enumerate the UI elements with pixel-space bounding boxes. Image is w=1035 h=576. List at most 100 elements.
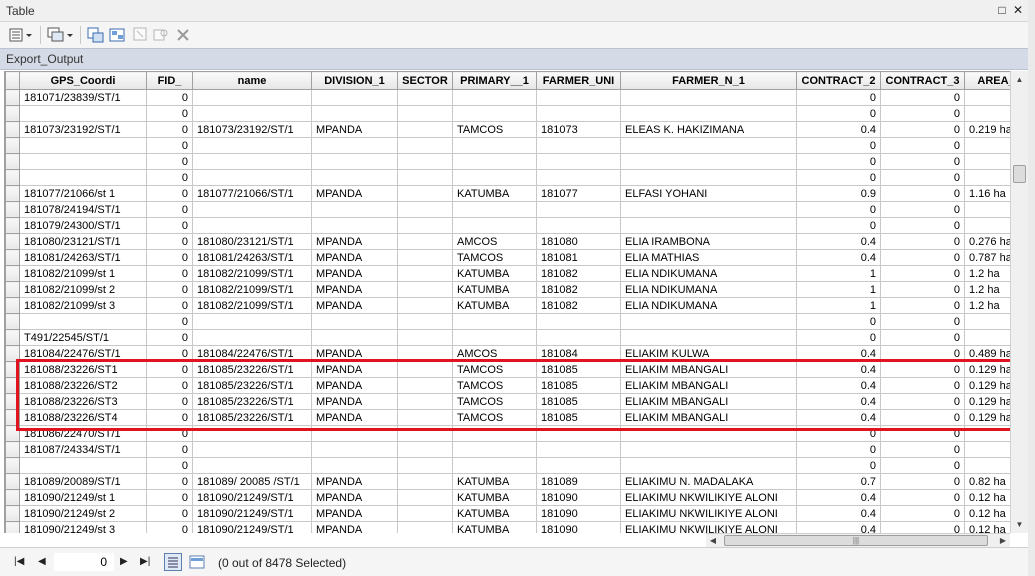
table-row[interactable]: 000	[5, 169, 1010, 186]
horizontal-scroll-thumb[interactable]: |||	[724, 535, 988, 546]
table-cell[interactable]	[19, 313, 147, 330]
table-cell[interactable]	[536, 153, 621, 170]
table-cell[interactable]: TAMCOS	[452, 377, 537, 394]
table-cell[interactable]	[192, 457, 312, 474]
table-cell[interactable]: 181082	[536, 281, 621, 298]
row-selector[interactable]	[5, 345, 20, 362]
table-cell[interactable]: 0	[146, 473, 193, 490]
table-cell[interactable]: 0	[796, 425, 881, 442]
row-selector[interactable]	[5, 217, 20, 234]
table-cell[interactable]: 181085	[536, 361, 621, 378]
table-cell[interactable]	[452, 217, 537, 234]
table-cell[interactable]: 181090/21249/ST/1	[192, 505, 312, 522]
table-row[interactable]: 181080/23121/ST/1 0 181080/23121/ST/1 MPAND…	[5, 233, 1010, 250]
table-cell[interactable]	[964, 457, 1010, 474]
row-selector[interactable]	[5, 185, 20, 202]
table-tab[interactable]: Export_Output	[0, 48, 1028, 70]
table-cell[interactable]: 0.4	[796, 345, 881, 362]
table-row[interactable]: T491/22545/ST/1 0 0 0	[5, 329, 1010, 346]
show-all-records-icon[interactable]	[164, 553, 182, 571]
scroll-up-icon[interactable]: ▲	[1011, 71, 1028, 88]
table-cell[interactable]: 181081/24263/ST/1	[19, 249, 147, 266]
row-selector[interactable]	[5, 489, 20, 506]
table-cell[interactable]: 0.4	[796, 409, 881, 426]
table-cell[interactable]: 181080	[536, 233, 621, 250]
table-cell[interactable]: T491/22545/ST/1	[19, 329, 147, 346]
table-cell[interactable]	[192, 137, 312, 154]
table-cell[interactable]: ELIA MATHIAS	[620, 249, 797, 266]
table-cell[interactable]: AMCOS	[452, 233, 537, 250]
table-cell[interactable]: 1	[796, 281, 881, 298]
table-cell[interactable]: 0.276 ha	[964, 233, 1010, 250]
table-cell[interactable]: 0.4	[796, 393, 881, 410]
table-row[interactable]: 181090/21249/st 2 0 181090/21249/ST/1 MPAND…	[5, 505, 1010, 522]
table-cell[interactable]: 181090/21249/st 3	[19, 521, 147, 533]
table-cell[interactable]	[311, 457, 398, 474]
table-cell[interactable]: 0	[146, 89, 193, 106]
table-cell[interactable]	[397, 137, 453, 154]
table-cell[interactable]: 0	[880, 105, 965, 122]
table-cell[interactable]: 0	[146, 441, 193, 458]
switch-selection-icon[interactable]	[108, 25, 128, 45]
table-cell[interactable]	[397, 89, 453, 106]
table-cell[interactable]: 0	[146, 521, 193, 533]
table-cell[interactable]	[19, 137, 147, 154]
table-cell[interactable]: 0	[880, 265, 965, 282]
table-cell[interactable]: 0	[146, 265, 193, 282]
table-cell[interactable]	[397, 281, 453, 298]
table-cell[interactable]: MPANDA	[311, 361, 398, 378]
table-cell[interactable]	[964, 217, 1010, 234]
table-cell[interactable]: 0	[146, 457, 193, 474]
table-cell[interactable]	[192, 153, 312, 170]
table-cell[interactable]: 0	[796, 137, 881, 154]
table-cell[interactable]	[311, 105, 398, 122]
table-cell[interactable]: 1	[796, 297, 881, 314]
row-selector[interactable]	[5, 377, 20, 394]
table-cell[interactable]: 0.9	[796, 185, 881, 202]
table-cell[interactable]	[964, 89, 1010, 106]
table-cell[interactable]: 0	[146, 137, 193, 154]
table-cell[interactable]: 181090	[536, 489, 621, 506]
table-cell[interactable]: ELEAS K. HAKIZIMANA	[620, 121, 797, 138]
table-cell[interactable]	[397, 217, 453, 234]
table-cell[interactable]: TAMCOS	[452, 249, 537, 266]
table-cell[interactable]	[536, 169, 621, 186]
table-cell[interactable]: 0	[880, 201, 965, 218]
table-cell[interactable]	[397, 249, 453, 266]
vertical-scrollbar[interactable]: ▲ ▼	[1010, 71, 1028, 533]
table-cell[interactable]	[192, 169, 312, 186]
next-record-icon[interactable]: ▶	[120, 556, 128, 567]
table-cell[interactable]: MPANDA	[311, 473, 398, 490]
table-cell[interactable]: 0.4	[796, 121, 881, 138]
table-cell[interactable]	[397, 105, 453, 122]
table-cell[interactable]: 181082/21099/st 3	[19, 297, 147, 314]
table-cell[interactable]	[620, 329, 797, 346]
row-selector[interactable]	[5, 137, 20, 154]
table-cell[interactable]	[620, 217, 797, 234]
close-icon[interactable]: ✕	[1010, 2, 1026, 18]
table-cell[interactable]	[311, 329, 398, 346]
table-row[interactable]: 181090/21249/st 1 0 181090/21249/ST/1 MPAND…	[5, 489, 1010, 506]
table-cell[interactable]: MPANDA	[311, 409, 398, 426]
table-cell[interactable]: 181082	[536, 297, 621, 314]
table-cell[interactable]: 0	[880, 377, 965, 394]
row-selector[interactable]	[5, 201, 20, 218]
table-cell[interactable]	[964, 329, 1010, 346]
table-cell[interactable]	[311, 425, 398, 442]
table-cell[interactable]: 0	[146, 361, 193, 378]
table-cell[interactable]: 181073/23192/ST/1	[192, 121, 312, 138]
column-header[interactable]: FID_	[146, 71, 193, 90]
table-cell[interactable]: 0.12 ha	[964, 505, 1010, 522]
table-cell[interactable]: 0	[880, 249, 965, 266]
table-cell[interactable]: 181090/21249/st 1	[19, 489, 147, 506]
table-cell[interactable]	[536, 425, 621, 442]
table-cell[interactable]	[452, 105, 537, 122]
table-cell[interactable]: MPANDA	[311, 233, 398, 250]
column-header[interactable]: AREA_H	[964, 71, 1010, 90]
table-cell[interactable]: MPANDA	[311, 265, 398, 282]
table-cell[interactable]: MPANDA	[311, 489, 398, 506]
table-cell[interactable]	[964, 137, 1010, 154]
table-cell[interactable]: 181089	[536, 473, 621, 490]
table-cell[interactable]: 0	[146, 105, 193, 122]
table-cell[interactable]: 0.489 ha	[964, 345, 1010, 362]
